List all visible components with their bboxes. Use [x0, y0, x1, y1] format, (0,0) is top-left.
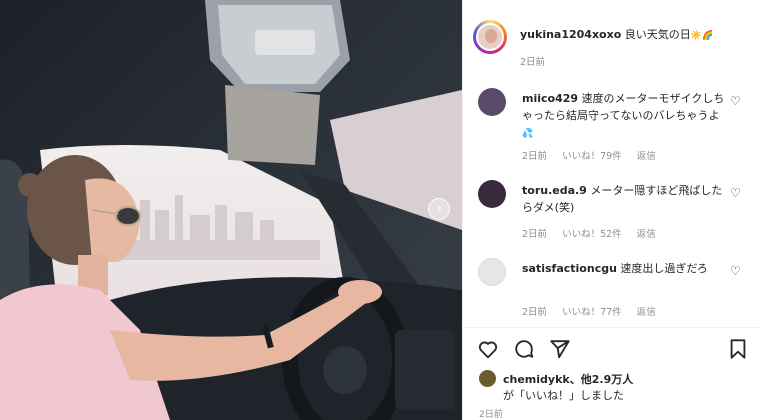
comment-likes[interactable]: いいね！79件: [562, 151, 622, 162]
post-side-panel: yukina1204xoxo 良い天気の日☀️🌈 2日前 miico429 速度…: [462, 0, 760, 420]
car-interior-image: [0, 0, 462, 420]
comment-meta: 2日前 いいね！52件 返信: [522, 226, 668, 240]
commenter-username[interactable]: miico429: [522, 92, 578, 105]
divider: [463, 327, 760, 328]
comment-like-icon[interactable]: ♡: [730, 264, 741, 278]
author-avatar[interactable]: [473, 20, 507, 54]
comment-emoji: 💦: [522, 129, 534, 139]
liker-avatar[interactable]: [479, 370, 496, 387]
comment-text: 速度出し過ぎだろ: [620, 262, 708, 275]
comment-reply-button[interactable]: 返信: [637, 307, 656, 318]
chevron-right-icon: ›: [436, 201, 442, 216]
comment-text-block: toru.eda.9 メーター隠すほど飛ばしたらダメ(笑): [522, 182, 727, 216]
paper-plane-icon[interactable]: [549, 338, 571, 360]
bookmark-icon[interactable]: [727, 338, 749, 360]
commenter-username[interactable]: satisfactioncgu: [522, 262, 617, 275]
caption-text: 良い天気の日: [624, 28, 691, 41]
comment-time[interactable]: 2日前: [522, 151, 547, 162]
comment-like-icon[interactable]: ♡: [730, 186, 741, 200]
comment-text-block: miico429 速度のメーターモザイクしちゃったら結局守ってないのバレちゃうよ…: [522, 90, 727, 143]
commenter-avatar[interactable]: [478, 180, 506, 208]
comment-meta: 2日前 いいね！77件 返信: [522, 304, 668, 318]
comment-meta: 2日前 いいね！79件 返信: [522, 148, 668, 162]
post-actions-bar: [475, 338, 751, 364]
comment-time[interactable]: 2日前: [522, 229, 547, 240]
first-liker-username[interactable]: chemidykk: [503, 373, 570, 386]
post-time[interactable]: 2日前: [520, 54, 545, 68]
author-username[interactable]: yukina1204xoxo: [520, 28, 621, 41]
post-photo[interactable]: ›: [0, 0, 462, 420]
comment-likes[interactable]: いいね！52件: [562, 229, 622, 240]
likes-suffix: が「いいね！」しました: [503, 389, 624, 402]
comment-like-icon[interactable]: ♡: [730, 94, 741, 108]
likes-count[interactable]: 、他2.9万人: [570, 373, 634, 386]
comment-likes[interactable]: いいね！77件: [562, 307, 622, 318]
footer-post-time[interactable]: 2日前: [479, 407, 503, 420]
commenter-username[interactable]: toru.eda.9: [522, 184, 587, 197]
post-caption: yukina1204xoxo 良い天気の日☀️🌈: [520, 26, 713, 42]
heart-outline-icon[interactable]: [477, 338, 499, 360]
comment-time[interactable]: 2日前: [522, 307, 547, 318]
commenter-avatar[interactable]: [478, 258, 506, 286]
comment-bubble-icon[interactable]: [513, 338, 535, 360]
comment-reply-button[interactable]: 返信: [637, 151, 656, 162]
comment-text-block: satisfactioncgu 速度出し過ぎだろ: [522, 260, 727, 277]
comment-reply-button[interactable]: 返信: [637, 229, 656, 240]
carousel-next-button[interactable]: ›: [428, 198, 450, 220]
likes-line: chemidykk、他2.9万人: [503, 371, 633, 387]
commenter-avatar[interactable]: [478, 88, 506, 116]
caption-emoji: ☀️🌈: [690, 31, 714, 41]
